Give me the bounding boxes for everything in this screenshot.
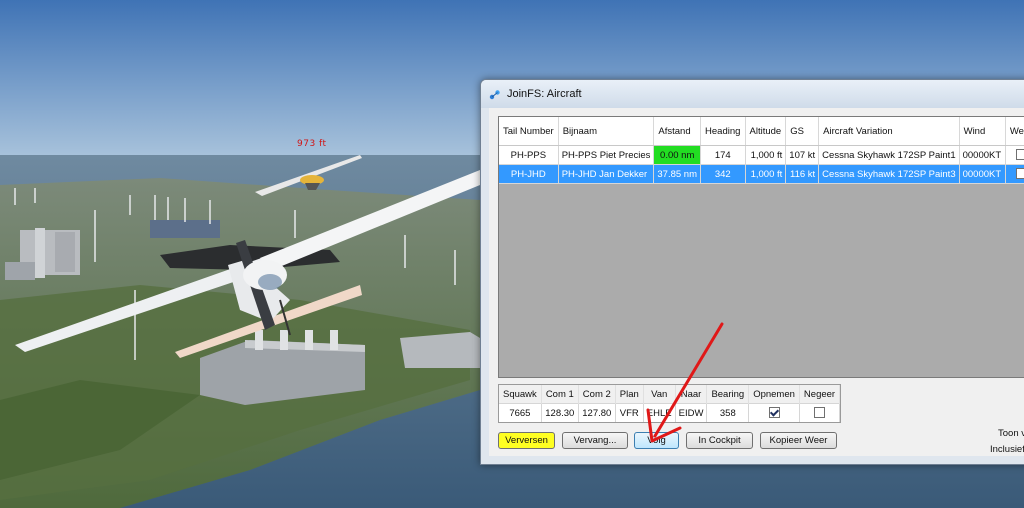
details-header-bearing: Bearing <box>706 385 750 404</box>
details-values: 7665 128.30 127.80 VFR EHLE EIDW 358 <box>499 403 841 422</box>
column-header-afstand[interactable]: Afstand <box>653 117 702 146</box>
details-header-squawk: Squawk <box>499 385 542 404</box>
cell-aircraft-variation: Cessna Skyhawk 172SP Paint3 <box>818 164 960 184</box>
follow-button[interactable]: Volg <box>634 432 679 449</box>
cell-afstand: 37.85 nm <box>653 164 702 184</box>
window-title: JoinFS: Aircraft <box>507 88 582 100</box>
column-header-altitude[interactable]: Altitude <box>745 117 787 146</box>
cell-altitude: 1,000 ft <box>745 164 787 184</box>
value-opnemen <box>748 403 800 422</box>
cell-wind: 00000KT <box>959 164 1006 184</box>
column-header-gs[interactable]: GS <box>785 117 820 146</box>
in-cockpit-button[interactable]: In Cockpit <box>686 432 753 449</box>
cell-bijnaam: PH-JHD Jan Dekker <box>558 164 655 184</box>
aircraft-list-grid[interactable]: Tail Number Bijnaam Afstand Heading Alti… <box>498 116 1024 378</box>
details-header-opnemen: Opnemen <box>748 385 800 404</box>
aircraft-details-table: Squawk Com 1 Com 2 Plan Van Naar Bearing… <box>498 384 842 423</box>
aircraft-row-selected[interactable]: PH-JHD PH-JHD Jan Dekker 37.85 nm 342 1,… <box>499 164 1024 184</box>
altitude-label: 973 ft <box>297 139 327 149</box>
value-naar: EIDW <box>675 403 708 422</box>
cell-wind: 00000KT <box>959 145 1006 165</box>
cell-gs: 116 kt <box>785 164 820 184</box>
cell-weer <box>1005 145 1024 165</box>
ignore-checkbox[interactable] <box>814 407 825 419</box>
cell-tail-number: PH-JHD <box>499 164 559 184</box>
cell-tail-number: PH-PPS <box>499 145 559 165</box>
details-header-van: Van <box>643 385 676 404</box>
joinfs-aircraft-window: JoinFS: Aircraft Tail Number Bijnaam Afs… <box>480 79 1024 465</box>
details-header-com2: Com 2 <box>578 385 616 404</box>
column-header-tail-number[interactable]: Tail Number <box>499 117 559 146</box>
value-squawk: 7665 <box>499 403 542 422</box>
value-plan: VFR <box>615 403 644 422</box>
value-com2: 127.80 <box>578 403 616 422</box>
value-negeer <box>799 403 841 422</box>
weather-checkbox[interactable] <box>1016 149 1024 161</box>
column-header-weer[interactable]: Weer <box>1005 117 1024 146</box>
copy-weather-button[interactable]: Kopieer Weer <box>760 432 837 449</box>
aircraft-grid-header: Tail Number Bijnaam Afstand Heading Alti… <box>499 117 1024 146</box>
value-com1: 128.30 <box>541 403 579 422</box>
cell-gs: 107 kt <box>785 145 820 165</box>
cell-aircraft-variation: Cessna Skyhawk 172SP Paint1 <box>818 145 960 165</box>
cell-weer <box>1005 164 1024 184</box>
details-header: Squawk Com 1 Com 2 Plan Van Naar Bearing… <box>499 385 841 404</box>
refresh-button[interactable]: Verversen <box>498 432 555 449</box>
cell-afstand: 0.00 nm <box>653 145 702 165</box>
cell-heading: 342 <box>700 164 746 184</box>
details-header-naar: Naar <box>675 385 708 404</box>
cell-bijnaam: PH-PPS Piet Precies <box>558 145 655 165</box>
column-header-aircraft-variation[interactable]: Aircraft Variation <box>818 117 960 146</box>
column-header-wind[interactable]: Wind <box>959 117 1006 146</box>
aircraft-row[interactable]: PH-PPS PH-PPS Piet Precies 0.00 nm 174 1… <box>499 145 1024 165</box>
cell-heading: 174 <box>700 145 746 165</box>
details-header-plan: Plan <box>615 385 644 404</box>
weather-checkbox[interactable] <box>1016 168 1024 180</box>
column-header-heading[interactable]: Heading <box>700 117 746 146</box>
value-van: EHLE <box>643 403 676 422</box>
details-header-com1: Com 1 <box>541 385 579 404</box>
details-header-negeer: Negeer <box>799 385 841 404</box>
cell-altitude: 1,000 ft <box>745 145 787 165</box>
record-checkbox[interactable] <box>768 407 780 419</box>
replace-button[interactable]: Vervang... <box>562 432 628 449</box>
value-bearing: 358 <box>706 403 750 422</box>
include-option-label[interactable]: Inclusief <box>990 444 1024 455</box>
show-option-label[interactable]: Toon v <box>998 428 1024 439</box>
joinfs-app-icon <box>489 88 501 100</box>
column-header-bijnaam[interactable]: Bijnaam <box>558 117 655 146</box>
window-titlebar[interactable]: JoinFS: Aircraft <box>481 80 1024 108</box>
window-client-area: Tail Number Bijnaam Afstand Heading Alti… <box>489 108 1024 456</box>
